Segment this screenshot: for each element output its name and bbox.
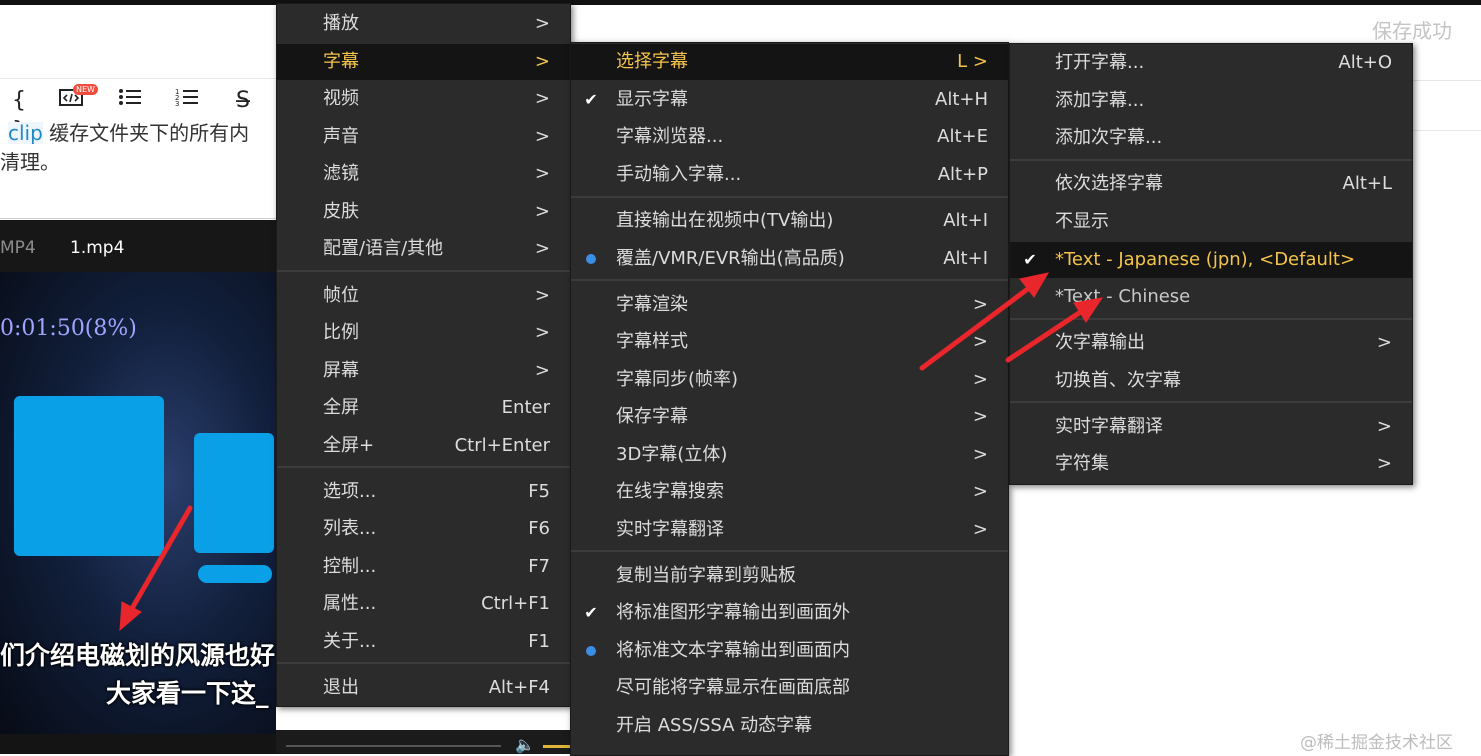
annotation-arrows — [119, 272, 1104, 632]
annotation-arrowhead — [1073, 297, 1104, 323]
annotation-arrow — [127, 505, 193, 615]
annotation-arrowhead — [119, 601, 142, 632]
annotation-arrow — [1005, 306, 1088, 363]
watermark: @稀土掘金技术社区 — [1300, 733, 1453, 753]
